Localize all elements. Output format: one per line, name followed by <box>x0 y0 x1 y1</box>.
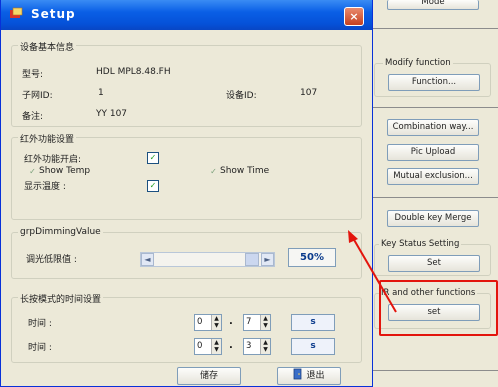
function-button[interactable]: Function... <box>388 74 480 91</box>
model-value: HDL MPL8.48.FH <box>96 67 171 77</box>
device-id-value: 107 <box>300 88 318 98</box>
ir-enable-checkbox[interactable]: ✓ <box>147 152 159 164</box>
time-label-2: 时间 : <box>28 343 52 353</box>
spinner-arrows-icon[interactable]: ▲ ▼ <box>260 315 270 330</box>
spinner-arrows-icon[interactable]: ▲ ▼ <box>260 339 270 354</box>
ir-enable-label: 红外功能开启: <box>24 155 82 165</box>
time2-unit: s <box>291 338 335 355</box>
dialog-titlebar[interactable]: Setup × <box>1 0 372 30</box>
basic-info-group: 设备基本信息 型号: HDL MPL8.48.FH 子网ID: 1 设备ID: … <box>11 40 362 127</box>
ir-settings-title: 红外功能设置 <box>18 132 77 145</box>
slider-left-arrow-icon[interactable]: ◄ <box>141 253 154 266</box>
modify-function-label: Modify function <box>383 58 453 68</box>
mode-button[interactable]: Mode <box>387 0 479 10</box>
exit-door-icon <box>294 368 302 380</box>
spinner-arrows-icon[interactable]: ▲ ▼ <box>211 339 221 354</box>
subnet-id-label: 子网ID: <box>22 91 53 101</box>
remark-value: YY 107 <box>96 109 128 119</box>
close-button[interactable]: × <box>344 7 364 26</box>
exit-button[interactable]: 退出 <box>277 367 341 385</box>
app-icon <box>10 7 23 18</box>
dimming-percent: 50% <box>288 248 336 267</box>
time2-seconds-spinner[interactable]: 0 ▲ ▼ <box>194 338 222 355</box>
display-temp-label: 显示温度 : <box>24 182 66 192</box>
divider <box>373 107 498 108</box>
spinner-value: 7 <box>246 317 252 327</box>
modify-function-group: Modify function Function... <box>374 58 491 97</box>
mutual-exclusion-button[interactable]: Mutual exclusion... <box>387 168 479 185</box>
dimming-threshold-label: 调光低限值 : <box>26 255 77 265</box>
time1-unit: s <box>291 314 335 331</box>
decimal-separator: . <box>229 316 233 327</box>
display-temp-checkbox[interactable]: ✓ <box>147 180 159 192</box>
pic-upload-button[interactable]: Pic Upload <box>387 144 479 161</box>
dimming-slider[interactable]: ◄ ► <box>140 252 275 267</box>
subnet-id-value: 1 <box>98 88 104 98</box>
time2-tenths-spinner[interactable]: 3 ▲ ▼ <box>243 338 271 355</box>
long-press-title: 长按模式的时间设置 <box>18 292 104 305</box>
spinner-value: 0 <box>197 341 203 351</box>
exit-button-label: 退出 <box>306 371 325 381</box>
divider <box>373 370 498 371</box>
time1-seconds-spinner[interactable]: 0 ▲ ▼ <box>194 314 222 331</box>
double-key-merge-button[interactable]: Double key Merge <box>387 210 479 227</box>
model-label: 型号: <box>22 70 44 80</box>
annotation-arrow-icon <box>348 230 397 313</box>
show-time-label: Show Time <box>220 166 270 176</box>
spinner-value: 3 <box>246 341 252 351</box>
device-id-label: 设备ID: <box>226 91 257 101</box>
save-button[interactable]: 储存 <box>177 367 241 385</box>
setup-dialog: Setup × 设备基本信息 型号: HDL MPL8.48.FH 子网ID: … <box>0 0 373 387</box>
show-time-checkbox[interactable]: ✓ <box>210 167 217 176</box>
slider-right-arrow-icon[interactable]: ► <box>261 253 274 266</box>
basic-info-title: 设备基本信息 <box>18 40 77 53</box>
key-status-set-button[interactable]: Set <box>388 255 480 272</box>
ir-settings-group: 红外功能设置 红外功能开启: ✓ ✓ Show Temp ✓ Show Time… <box>11 132 362 220</box>
spinner-arrows-icon[interactable]: ▲ ▼ <box>211 315 221 330</box>
spinner-value: 0 <box>197 317 203 327</box>
divider <box>373 28 498 29</box>
divider <box>373 197 498 198</box>
slider-thumb[interactable] <box>245 253 259 266</box>
time-label-1: 时间 : <box>28 319 52 329</box>
show-temp-label: Show Temp <box>39 166 91 176</box>
combination-way-button[interactable]: Combination way... <box>387 119 479 136</box>
show-temp-checkbox[interactable]: ✓ <box>29 167 36 176</box>
dimming-group-title: grpDimmingValue <box>18 227 103 237</box>
time1-tenths-spinner[interactable]: 7 ▲ ▼ <box>243 314 271 331</box>
dialog-title: Setup <box>31 7 76 21</box>
remark-label: 备注: <box>22 112 44 122</box>
decimal-separator: . <box>229 340 233 351</box>
